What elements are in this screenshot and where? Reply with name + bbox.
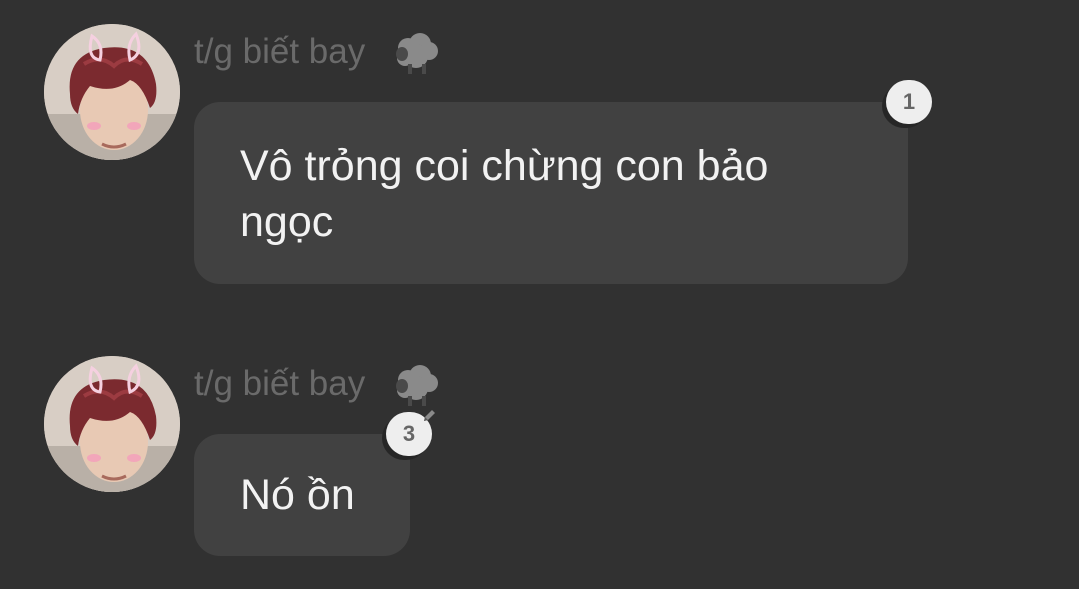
sender-avatar[interactable] (44, 24, 180, 160)
message-text: Nó ồn (240, 471, 355, 519)
chat-thread: t/g biết bay Vô trỏng coi chừng con bảo … (0, 0, 1079, 589)
sender-avatar[interactable] (44, 356, 180, 492)
message-bubble[interactable]: Nó ồn (194, 434, 410, 556)
sheep-icon (394, 364, 440, 408)
message-bubble[interactable]: Vô trỏng coi chừng con bảo ngọc (194, 102, 908, 284)
message-item: t/g biết bay Vô trỏng coi chừng con bảo … (0, 0, 1079, 300)
message-text: Vô trỏng coi chừng con bảo ngọc (240, 142, 769, 246)
sheep-icon (394, 32, 440, 76)
message-item: t/g biết bay Nó ồn 3 (0, 332, 1079, 589)
reaction-count-badge[interactable]: 1 (886, 80, 932, 124)
edit-icon (421, 408, 437, 424)
sender-name: t/g biết bay (194, 32, 366, 71)
sender-name: t/g biết bay (194, 364, 366, 403)
